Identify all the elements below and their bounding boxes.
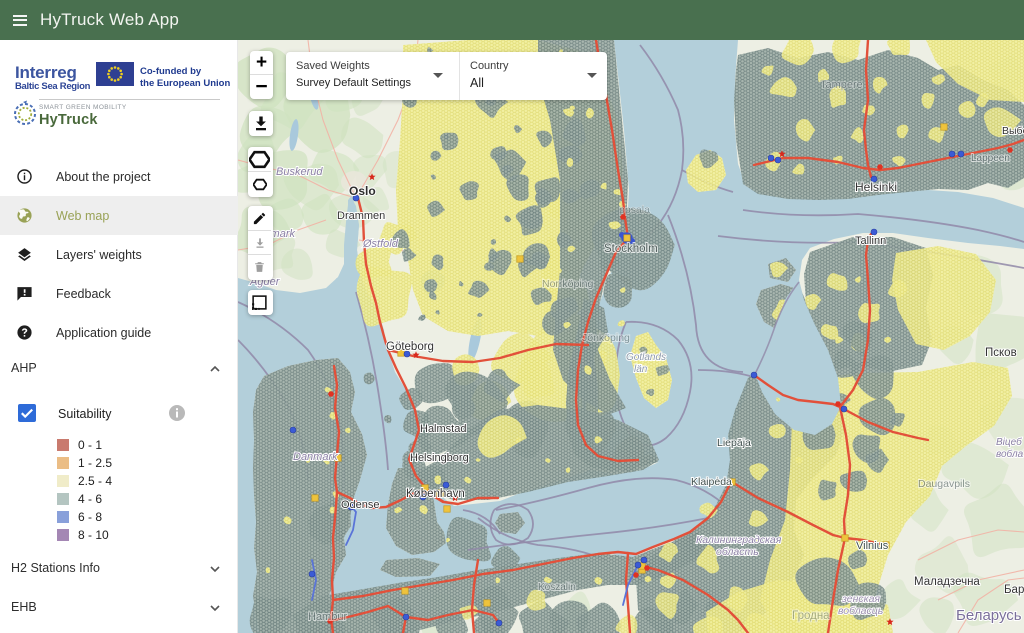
- svg-text:Helsinki: Helsinki: [855, 180, 897, 194]
- svg-text:Odense: Odense: [341, 499, 380, 511]
- svg-text:Helsingborg: Helsingborg: [410, 452, 469, 464]
- svg-text:Koszalin: Koszalin: [538, 582, 576, 593]
- svg-text:Daugavpils: Daugavpils: [918, 478, 970, 490]
- svg-text:Vilnius: Vilnius: [856, 540, 889, 552]
- svg-text:Halmstad: Halmstad: [420, 423, 466, 435]
- svg-text:Tampere: Tampere: [820, 79, 863, 91]
- svg-text:Маладзечна: Маладзечна: [914, 576, 980, 588]
- svg-text:Беларусь: Беларусь: [956, 607, 1022, 624]
- svg-text:Гродна: Гродна: [792, 610, 830, 622]
- svg-text:Østfold: Østfold: [362, 238, 399, 250]
- svg-text:Jönköping: Jönköping: [582, 332, 630, 344]
- svg-text:län: län: [634, 364, 648, 375]
- svg-text:вобла: вобла: [996, 448, 1024, 460]
- svg-text:вобласць: вобласць: [838, 605, 883, 617]
- svg-text:Drammen: Drammen: [337, 210, 385, 222]
- svg-text:København: København: [406, 488, 465, 500]
- svg-text:зенская: зенская: [841, 593, 880, 605]
- svg-text:Псков: Псков: [985, 347, 1017, 359]
- svg-text:Buskerud: Buskerud: [276, 166, 323, 178]
- svg-text:Калининградская: Калининградская: [696, 534, 782, 546]
- svg-text:Барыса: Барыса: [1004, 584, 1024, 596]
- svg-text:Gotlands: Gotlands: [626, 352, 666, 363]
- svg-text:Hambur: Hambur: [308, 611, 347, 623]
- svg-text:область: область: [716, 546, 759, 558]
- svg-text:Liepāja: Liepāja: [717, 437, 751, 449]
- svg-text:Norrköping: Norrköping: [542, 278, 594, 290]
- svg-text:Klaipėda: Klaipėda: [691, 476, 732, 488]
- svg-text:Tallinn: Tallinn: [855, 235, 886, 247]
- svg-text:Stockholm: Stockholm: [604, 243, 658, 255]
- svg-text:ppsala: ppsala: [619, 204, 650, 216]
- svg-text:Oslo: Oslo: [349, 184, 376, 198]
- svg-text:Выбо: Выбо: [1002, 125, 1024, 137]
- svg-text:Віцеб: Віцеб: [996, 436, 1022, 448]
- svg-text:Lappeen: Lappeen: [971, 153, 1010, 164]
- svg-text:Göteborg: Göteborg: [386, 341, 434, 353]
- svg-text:Danmark: Danmark: [293, 451, 338, 463]
